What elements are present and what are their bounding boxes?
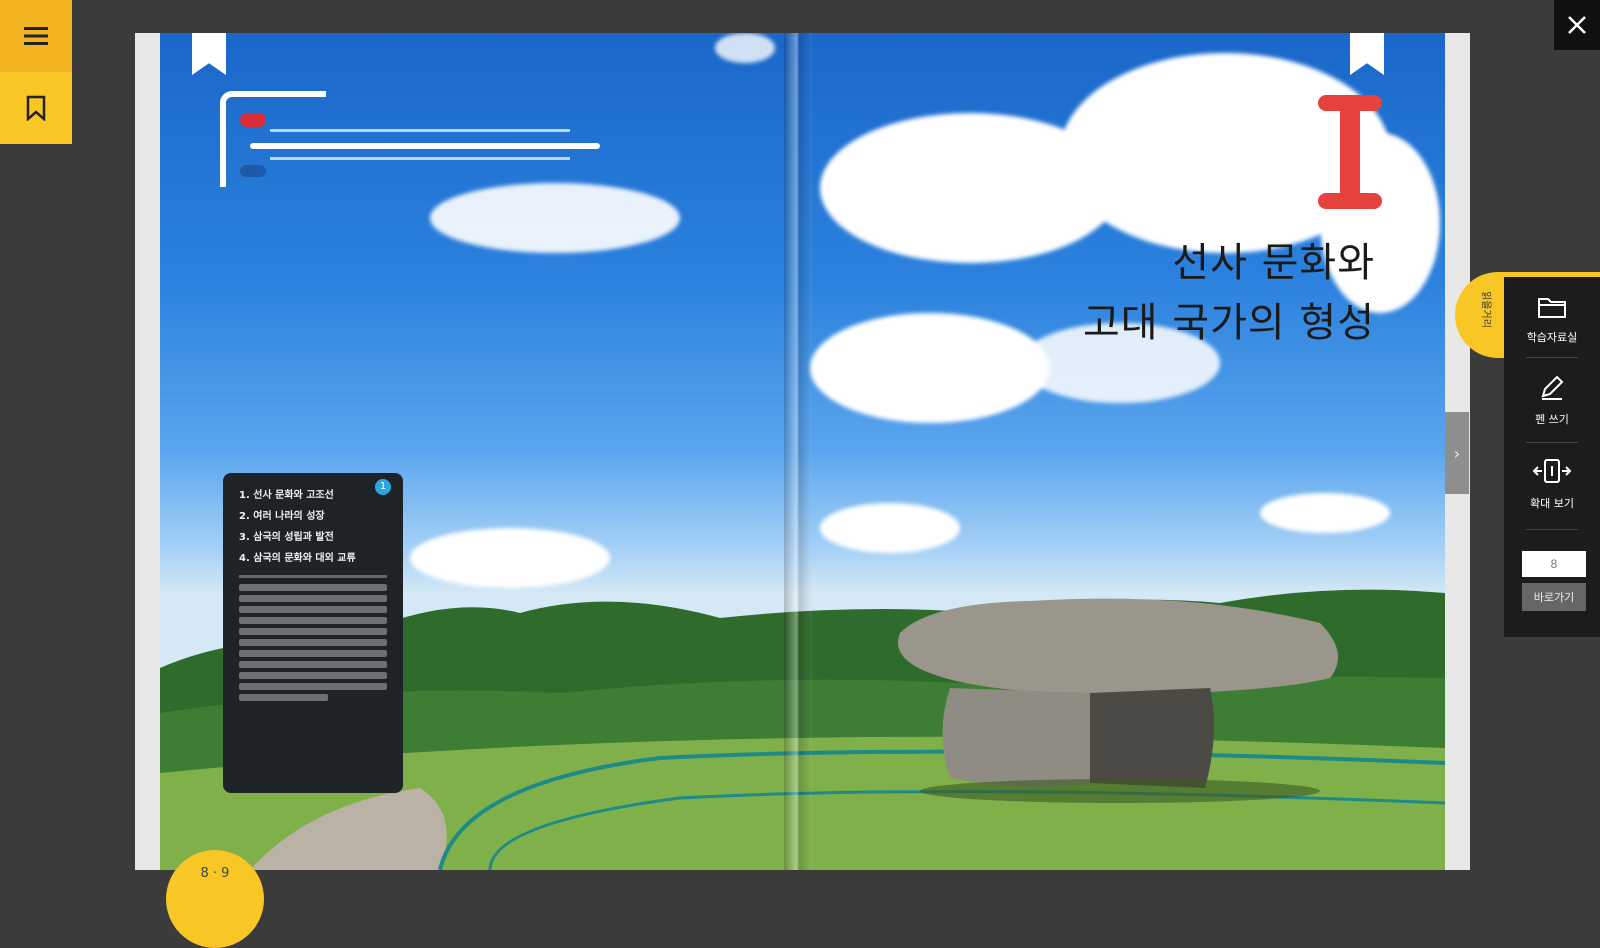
folder-icon <box>1538 298 1566 318</box>
close-icon <box>1568 16 1586 34</box>
tool-divider <box>1526 357 1578 358</box>
cloud <box>820 503 960 553</box>
right-page-ribbon[interactable] <box>1350 33 1384 75</box>
timeline-bar <box>250 143 600 149</box>
contents-item[interactable]: 4. 삼국의 문화와 대외 교류 <box>239 548 403 569</box>
side-panel-tab-label: 읽을거리 <box>1479 291 1491 328</box>
chapter-title-line2: 고대 국가의 형성 <box>1082 300 1375 346</box>
book: 선사 문화와 고대 국가의 형성 1 1. 선사 문화와 고조선 2. 여러 나… <box>135 33 1470 870</box>
pen-label: 펜 쓰기 <box>1535 413 1569 426</box>
page-indicator-text: 8 · 9 <box>200 866 230 881</box>
contents-item[interactable]: 3. 삼국의 성립과 발전 <box>239 527 403 548</box>
zoom-label: 확대 보기 <box>1530 497 1574 510</box>
menu-button[interactable] <box>0 0 72 72</box>
dolmen-photo <box>898 598 1338 803</box>
zoom-button[interactable]: 확대 보기 <box>1504 457 1600 511</box>
pencil-icon <box>1541 375 1564 400</box>
next-page-button[interactable]: › <box>1445 412 1469 494</box>
chevron-right-icon: › <box>1453 443 1461 463</box>
timeline <box>220 91 620 191</box>
chapter-contents-panel: 1 1. 선사 문화와 고조선 2. 여러 나라의 성장 3. 삼국의 성립과 … <box>223 473 403 793</box>
page-spread[interactable]: 선사 문화와 고대 국가의 형성 1 1. 선사 문화와 고조선 2. 여러 나… <box>160 33 1445 870</box>
hamburger-icon <box>24 27 48 45</box>
contents-item[interactable]: 2. 여러 나라의 성장 <box>239 506 403 527</box>
zoom-icon <box>1532 459 1572 483</box>
timeline-label <box>270 157 570 160</box>
contents-divider <box>239 575 387 578</box>
timeline-label <box>270 129 570 132</box>
tool-panel: 학습자료실 펜 쓰기 확대 보기 바로가기 <box>1504 272 1600 637</box>
cloud <box>1260 493 1390 533</box>
chapter-number-mark <box>1318 95 1382 209</box>
timeline-world-marker <box>240 165 266 177</box>
pen-button[interactable]: 펜 쓰기 <box>1504 373 1600 427</box>
bookmark-button[interactable] <box>0 72 72 144</box>
page-indicator[interactable]: 8 · 9 <box>166 850 264 948</box>
goto-page-input[interactable] <box>1522 551 1586 577</box>
chapter-title: 선사 문화와 고대 국가의 형성 <box>1083 233 1375 353</box>
timeline-bracket <box>220 91 326 187</box>
learning-materials-label: 학습자료실 <box>1526 331 1578 344</box>
tool-divider <box>1526 442 1578 443</box>
cloud <box>715 33 775 63</box>
contents-badge: 1 <box>375 479 391 495</box>
goto-page-button[interactable]: 바로가기 <box>1522 583 1586 611</box>
tool-divider <box>1526 529 1578 530</box>
bookmark-icon <box>26 95 46 121</box>
learning-materials-button[interactable]: 학습자료실 <box>1504 295 1600 345</box>
cloud <box>430 183 680 253</box>
intro-paragraph <box>223 584 403 701</box>
book-gutter <box>784 33 812 870</box>
timeline-korea-marker <box>240 113 266 127</box>
close-button[interactable] <box>1554 0 1600 50</box>
chapter-title-line1: 선사 문화와 <box>1172 240 1375 286</box>
left-page-ribbon[interactable] <box>192 33 226 75</box>
cloud <box>810 313 1050 423</box>
